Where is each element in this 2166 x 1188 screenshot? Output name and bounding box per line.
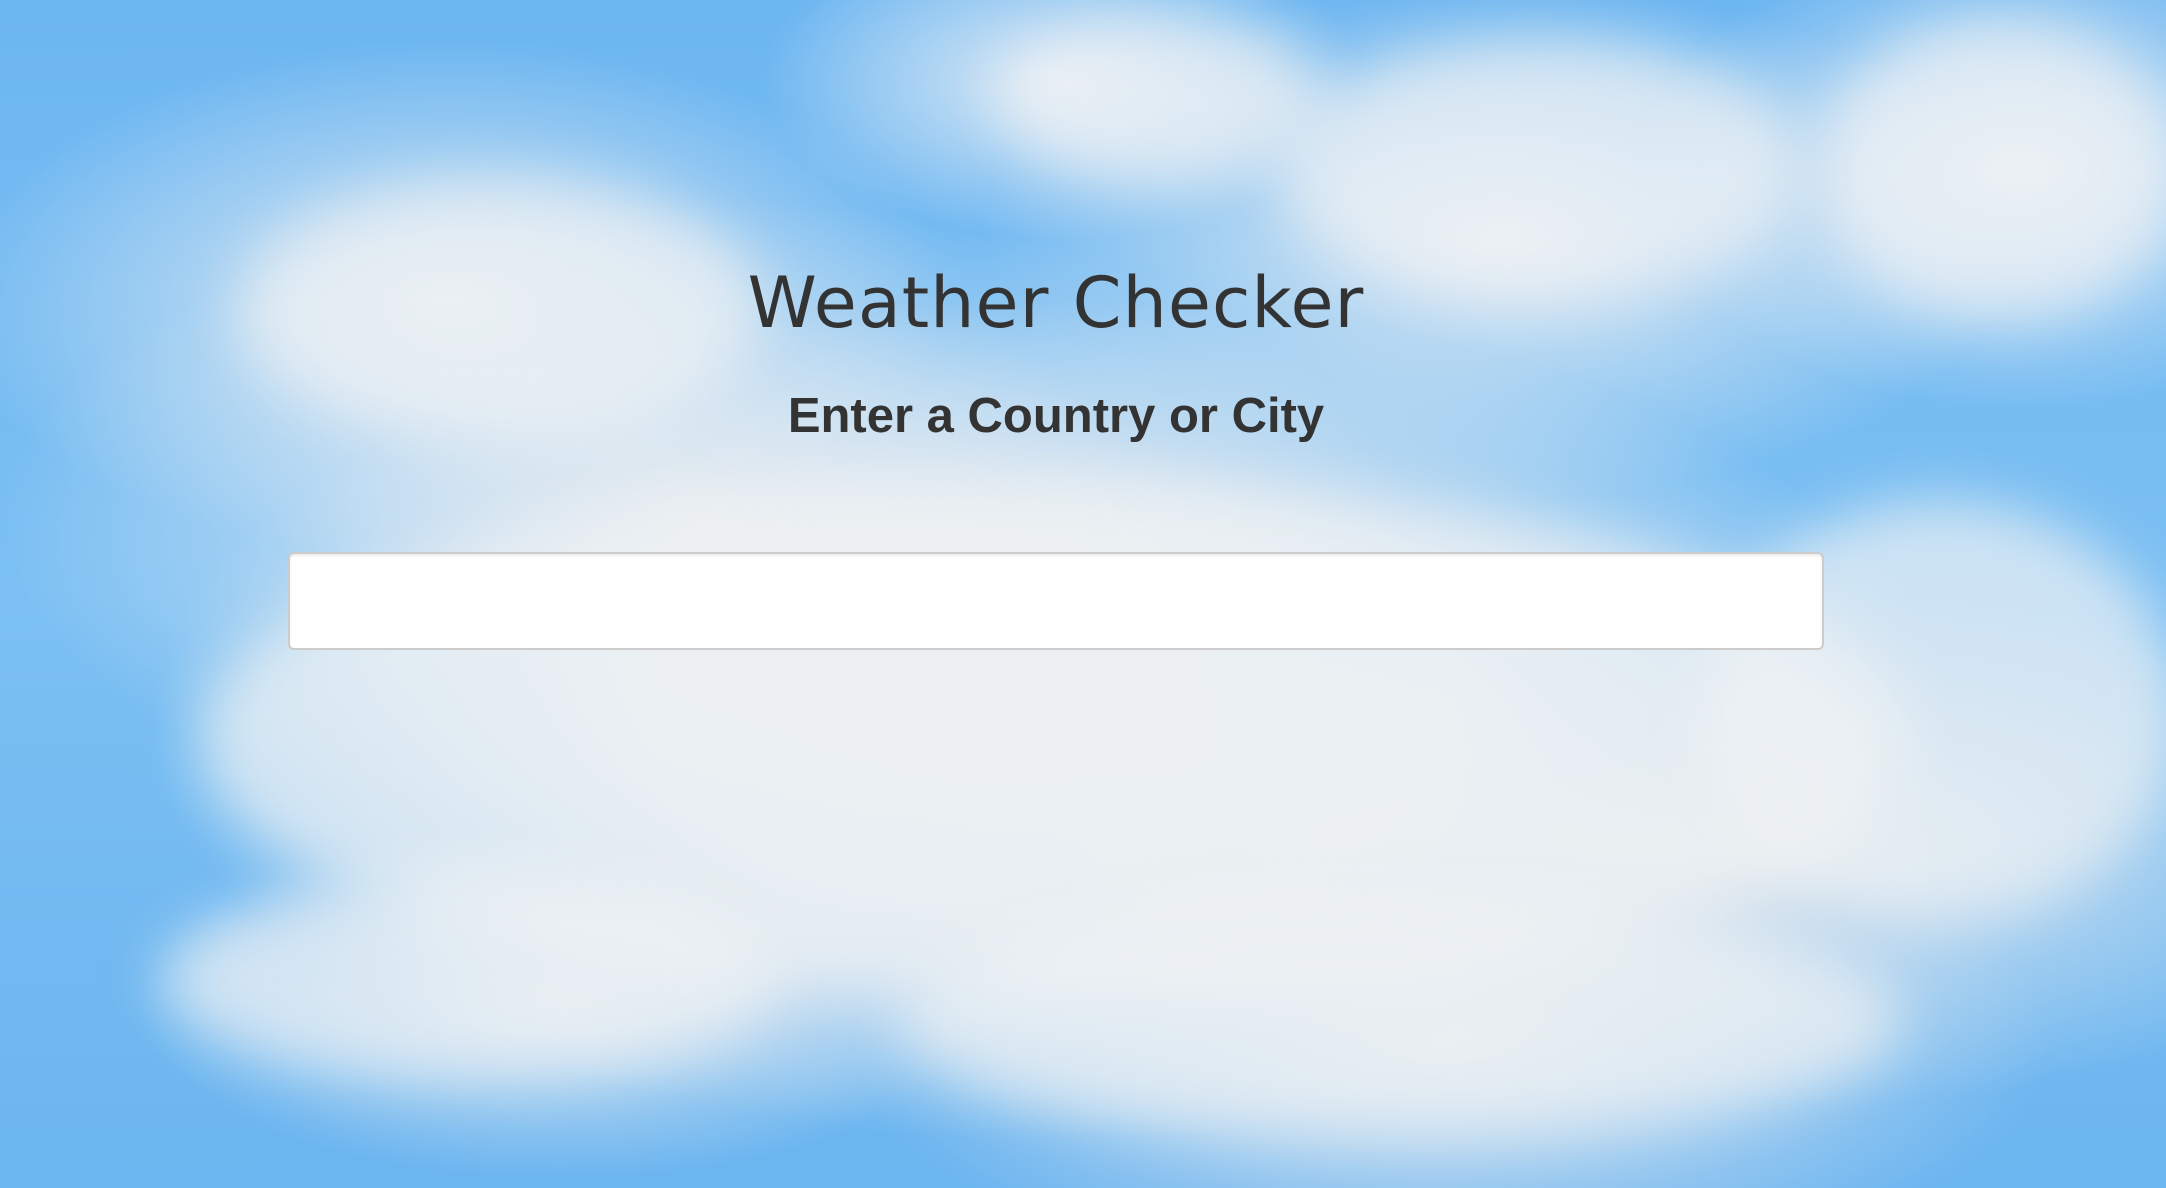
page-title: Weather Checker [747, 262, 1365, 344]
search-prompt-label: Enter a Country or City [787, 389, 1325, 443]
location-search-input[interactable] [288, 552, 1824, 650]
main-container: Weather Checker Enter a Country or City [0, 0, 2166, 1188]
